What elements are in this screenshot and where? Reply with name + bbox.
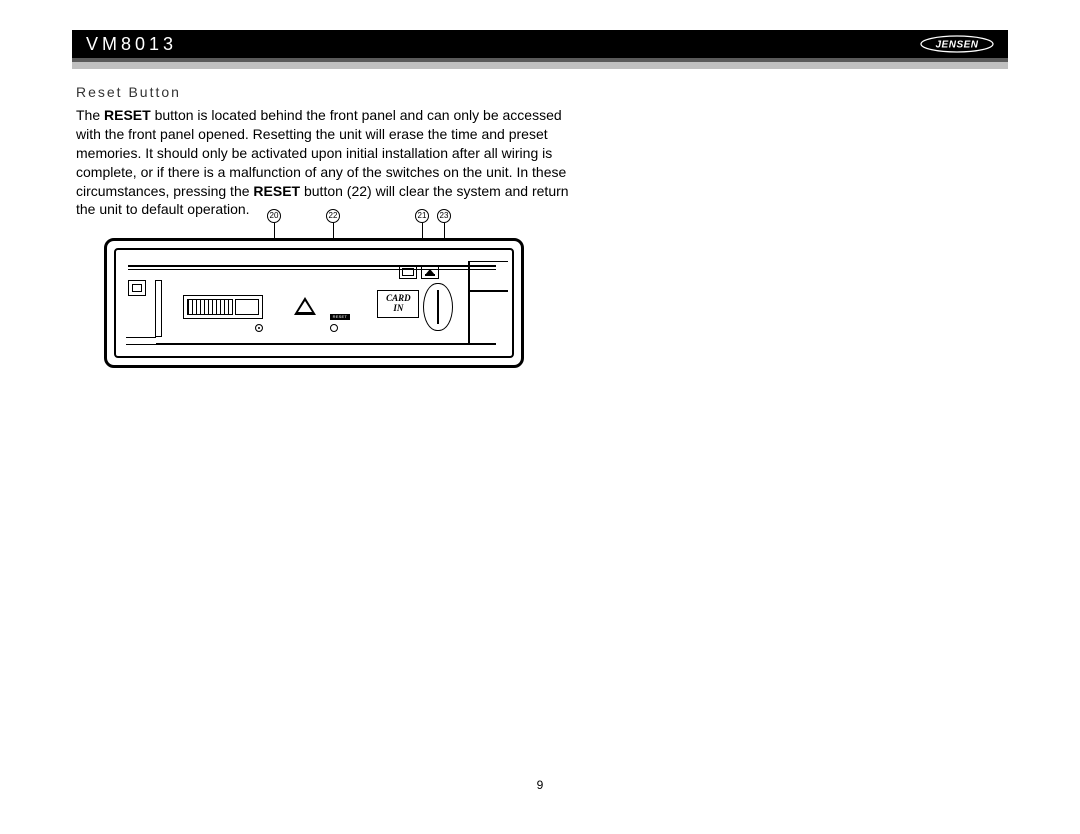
svg-text:JENSEN: JENSEN xyxy=(935,40,978,51)
header-bar: VM8013 JENSEN xyxy=(72,30,1008,58)
cartridge-icon xyxy=(183,295,263,319)
device-face: RESET CARD IN xyxy=(114,248,514,358)
card-in-label: CARD IN xyxy=(377,290,419,318)
content-column: Reset Button The RESET button is located… xyxy=(76,84,586,219)
callout-number: 21 xyxy=(415,209,429,223)
body-paragraph: The RESET button is located behind the f… xyxy=(76,106,586,219)
callout-number: 23 xyxy=(437,209,451,223)
reset-bold: RESET xyxy=(104,107,151,123)
screw-icon xyxy=(330,324,338,332)
disc-slot xyxy=(128,265,496,267)
device-chassis: RESET CARD IN xyxy=(104,238,524,368)
reset-bold: RESET xyxy=(253,183,300,199)
callout-number: 22 xyxy=(326,209,340,223)
vertical-bar-icon xyxy=(155,280,162,337)
left-module xyxy=(128,280,164,337)
eject-button-icon xyxy=(421,265,439,279)
text-fragment: The xyxy=(76,107,104,123)
model-number: VM8013 xyxy=(86,34,177,55)
small-square-icon xyxy=(128,280,146,296)
reset-button-label: RESET xyxy=(330,314,350,320)
card-slot-icon xyxy=(423,283,453,331)
callout-number: 20 xyxy=(267,209,281,223)
screw-icon xyxy=(255,324,263,332)
header-divider xyxy=(72,58,1008,69)
card-label-line2: IN xyxy=(393,303,403,313)
jensen-logo-icon: JENSEN xyxy=(920,35,994,53)
section-heading: Reset Button xyxy=(76,84,586,100)
card-label-line1: CARD xyxy=(386,293,411,303)
brand-logo: JENSEN xyxy=(920,35,994,53)
end-panel xyxy=(468,261,508,346)
device-diagram: 20 22 21 23 RESET xyxy=(104,215,524,370)
warning-triangle-icon xyxy=(294,297,316,315)
bottom-plate xyxy=(126,337,156,345)
bottom-rail xyxy=(132,343,496,345)
slot-line xyxy=(128,269,496,270)
page-number: 9 xyxy=(537,778,544,792)
small-button-icon xyxy=(399,265,417,279)
